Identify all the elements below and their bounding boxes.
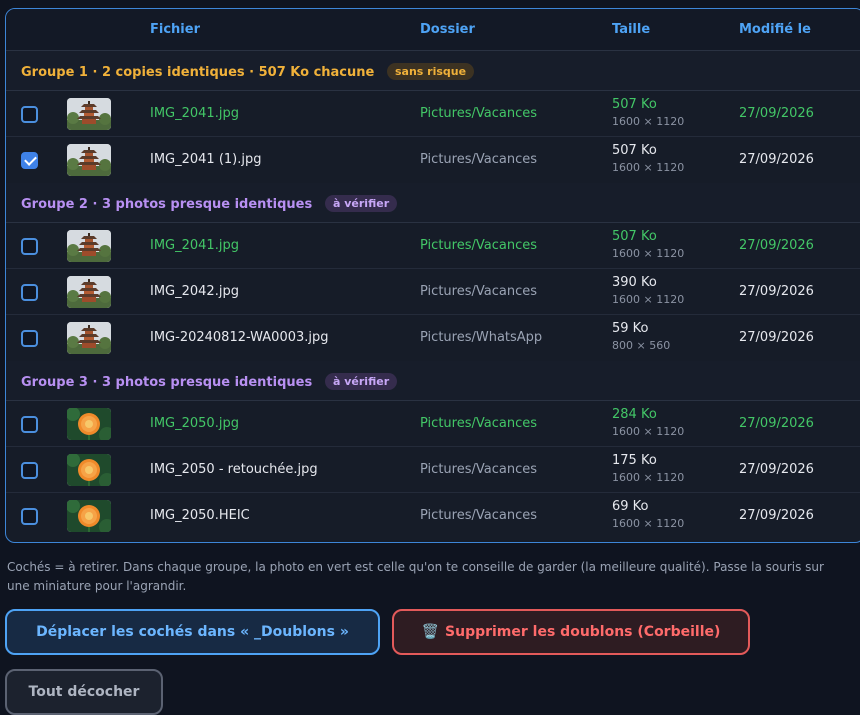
table-header: Fichier Dossier Taille Modifié le [6, 9, 860, 51]
file-size: 507 Ko [612, 143, 657, 158]
file-name: IMG_2050 - retouchée.jpg [150, 462, 318, 477]
modified-date: 27/09/2026 [739, 238, 814, 253]
folder-path: Pictures/Vacances [420, 284, 537, 299]
header-size[interactable]: Taille [612, 22, 650, 37]
delete-duplicates-label: Supprimer les doublons (Corbeille) [445, 624, 721, 640]
photo-thumbnail[interactable] [67, 322, 111, 354]
folder-path: Pictures/Vacances [420, 106, 537, 121]
header-folder[interactable]: Dossier [420, 22, 475, 37]
photo-thumbnail[interactable] [67, 98, 111, 130]
file-name: IMG_2050.HEIC [150, 508, 250, 523]
image-dimensions: 1600 × 1120 [612, 115, 685, 128]
file-name: IMG_2041.jpg [150, 106, 239, 121]
file-name: IMG_2050.jpg [150, 416, 239, 431]
verify-badge: à vérifier [325, 373, 398, 390]
file-name: IMG-20240812-WA0003.jpg [150, 330, 329, 345]
file-size: 175 Ko [612, 453, 657, 468]
file-name: IMG_2041 (1).jpg [150, 152, 262, 167]
image-dimensions: 1600 × 1120 [612, 247, 685, 260]
image-dimensions: 1600 × 1120 [612, 293, 685, 306]
file-name: IMG_2041.jpg [150, 238, 239, 253]
image-dimensions: 1600 × 1120 [612, 161, 685, 174]
file-size: 390 Ko [612, 275, 657, 290]
header-file[interactable]: Fichier [150, 22, 200, 37]
image-dimensions: 1600 × 1120 [612, 425, 685, 438]
duplicates-table: Fichier Dossier Taille Modifié le Groupe… [5, 8, 860, 543]
table-row[interactable]: IMG_2050.HEIC Pictures/Vacances 69 Ko 16… [6, 493, 860, 539]
row-checkbox[interactable] [21, 462, 38, 479]
image-dimensions: 1600 × 1120 [612, 471, 685, 484]
modified-date: 27/09/2026 [739, 106, 814, 121]
modified-date: 27/09/2026 [739, 416, 814, 431]
row-checkbox[interactable] [21, 416, 38, 433]
folder-path: Pictures/WhatsApp [420, 330, 543, 345]
trash-icon: 🗑️ [421, 624, 440, 640]
group-title: Groupe 3 · 3 photos presque identiques [21, 375, 313, 390]
image-dimensions: 1600 × 1120 [612, 517, 685, 530]
row-checkbox[interactable] [21, 284, 38, 301]
help-text: Cochés = à retirer. Dans chaque groupe, … [7, 560, 824, 593]
uncheck-all-button[interactable]: Tout décocher [5, 669, 163, 715]
folder-path: Pictures/Vacances [420, 416, 537, 431]
table-row[interactable]: IMG_2042.jpg Pictures/Vacances 390 Ko 16… [6, 269, 860, 315]
photo-thumbnail[interactable] [67, 454, 111, 486]
group-title: Groupe 2 · 3 photos presque identiques [21, 197, 313, 212]
row-checkbox[interactable] [21, 152, 38, 169]
move-checked-label: Déplacer les cochés dans « _Doublons » [36, 624, 349, 640]
modified-date: 27/09/2026 [739, 462, 814, 477]
table-row[interactable]: IMG_2050 - retouchée.jpg Pictures/Vacanc… [6, 447, 860, 493]
group-header: Groupe 1 · 2 copies identiques · 507 Ko … [6, 51, 860, 91]
safe-badge: sans risque [387, 63, 475, 80]
group-title: Groupe 1 · 2 copies identiques · 507 Ko … [21, 65, 375, 80]
folder-path: Pictures/Vacances [420, 462, 537, 477]
modified-date: 27/09/2026 [739, 330, 814, 345]
photo-thumbnail[interactable] [67, 144, 111, 176]
modified-date: 27/09/2026 [739, 508, 814, 523]
table-row[interactable]: IMG_2041.jpg Pictures/Vacances 507 Ko 16… [6, 223, 860, 269]
folder-path: Pictures/Vacances [420, 508, 537, 523]
table-row[interactable]: IMG_2041.jpg Pictures/Vacances 507 Ko 16… [6, 91, 860, 137]
file-size: 284 Ko [612, 407, 657, 422]
photo-thumbnail[interactable] [67, 500, 111, 532]
modified-date: 27/09/2026 [739, 284, 814, 299]
photo-thumbnail[interactable] [67, 408, 111, 440]
group-header: Groupe 3 · 3 photos presque identiques à… [6, 361, 860, 401]
row-checkbox[interactable] [21, 106, 38, 123]
image-dimensions: 800 × 560 [612, 339, 671, 352]
row-checkbox[interactable] [21, 508, 38, 525]
folder-path: Pictures/Vacances [420, 152, 537, 167]
row-checkbox[interactable] [21, 238, 38, 255]
uncheck-all-label: Tout décocher [28, 684, 140, 700]
row-checkbox[interactable] [21, 330, 38, 347]
table-row[interactable]: IMG_2050.jpg Pictures/Vacances 284 Ko 16… [6, 401, 860, 447]
photo-thumbnail[interactable] [67, 276, 111, 308]
table-row[interactable]: IMG_2041 (1).jpg Pictures/Vacances 507 K… [6, 137, 860, 183]
delete-duplicates-button[interactable]: 🗑️ Supprimer les doublons (Corbeille) [392, 609, 750, 655]
table-row[interactable]: IMG-20240812-WA0003.jpg Pictures/WhatsAp… [6, 315, 860, 361]
file-name: IMG_2042.jpg [150, 284, 239, 299]
move-checked-button[interactable]: Déplacer les cochés dans « _Doublons » [5, 609, 380, 655]
verify-badge: à vérifier [325, 195, 398, 212]
file-size: 507 Ko [612, 97, 657, 112]
file-size: 69 Ko [612, 499, 649, 514]
photo-thumbnail[interactable] [67, 230, 111, 262]
file-size: 507 Ko [612, 229, 657, 244]
header-modified[interactable]: Modifié le [739, 22, 811, 37]
folder-path: Pictures/Vacances [420, 238, 537, 253]
group-header: Groupe 2 · 3 photos presque identiques à… [6, 183, 860, 223]
modified-date: 27/09/2026 [739, 152, 814, 167]
file-size: 59 Ko [612, 321, 649, 336]
